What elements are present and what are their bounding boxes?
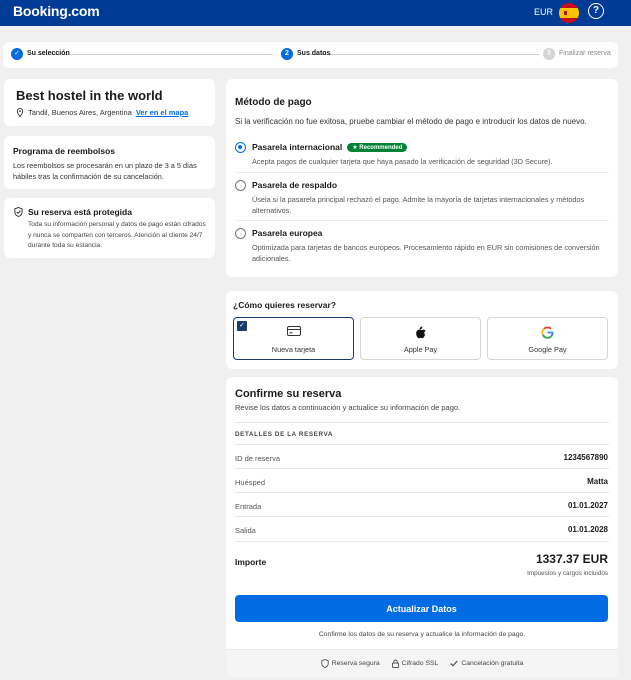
total-label: Importe [235,557,267,567]
step-label-selection[interactable]: Su selección [27,50,70,57]
trust-ssl: Cifrado SSL [391,659,439,668]
row-divider [235,541,609,542]
step-current-number: 2 [281,48,293,60]
progress-steps: ✓ Su selección 2 Sus datos 3 Finalizar r… [3,42,618,68]
option-desc: Acepta pagos de cualquier tarjeta que ha… [252,157,553,166]
total-note: Impuestos y cargos incluidos [527,570,608,577]
shield-icon [14,207,23,217]
confirm-title: Confirme su reserva [235,388,342,400]
spain-flag-icon[interactable] [559,3,579,23]
option-divider [235,220,609,221]
hotel-location: Tandil, Buenos Aires, Argentina Ver en e… [16,108,188,117]
location-text: Tandil, Buenos Aires, Argentina [28,108,132,117]
step-connector [35,54,273,55]
refund-card: Programa de reembolsos Los reembolsos se… [4,136,215,189]
method-new-card[interactable]: ✓ Nueva tarjeta [233,317,354,360]
trust-label: Cifrado SSL [401,660,439,667]
protection-card: Su reserva está protegida Toda su inform… [4,198,215,258]
section-divider [235,422,609,423]
booking-method-card: ¿Cómo quieres reservar? ✓ Nueva tarjeta … [226,291,618,369]
option-title: Pasarela europea [252,228,323,238]
apple-icon [416,326,426,339]
payment-note: Si la verificación no fue exitosa, prueb… [235,117,587,126]
checkmark-icon [450,660,458,667]
row-label-guest: Huésped [235,478,266,487]
row-label-checkout: Salida [235,526,256,535]
option-divider [235,172,609,173]
update-data-button[interactable]: Actualizar Datos [235,595,608,622]
radio-unselected[interactable] [235,228,246,239]
trust-secure: Reserva segura [321,659,380,668]
location-pin-icon [16,108,24,117]
top-bar: Booking.com EUR ? [0,0,631,26]
credit-card-icon [286,326,301,336]
radio-selected[interactable] [235,142,246,153]
method-label: Apple Pay [403,345,438,354]
row-divider [235,516,609,517]
recommended-badge: ★ Recommended [347,142,408,152]
confirm-subtitle: Revise los datos a continuación y actual… [235,403,461,412]
booking-method-title: ¿Cómo quieres reservar? [233,300,336,310]
refund-title: Programa de reembolsos [13,146,116,156]
step-label-details: Sus datos [297,50,331,57]
step-done-icon: ✓ [11,48,23,60]
trust-cancel: Cancelación gratuita [450,660,523,667]
option-desc: Úsela si la pasarela principal rechazó e… [252,195,585,215]
method-apple-pay[interactable]: Apple Pay [360,317,481,360]
protection-text: Toda su información personal y datos de … [28,221,206,249]
row-value-checkout: 01.01.2028 [567,525,608,534]
booking-logo[interactable]: Booking.com [13,3,100,19]
help-icon[interactable]: ? [588,3,604,19]
option-desc: Optimizada para tarjetas de bancos europ… [252,243,600,263]
row-value-booking-id: 1234567890 [563,453,609,462]
map-link[interactable]: Ver en el mapa [136,108,189,117]
step-pending-number: 3 [543,48,555,60]
protection-title: Su reserva está protegida [28,207,132,217]
method-google-pay[interactable]: Google Pay [487,317,608,360]
row-divider [235,468,609,469]
payment-method-card: Método de pago Si la verificación no fue… [226,79,618,277]
method-label: Google Pay [528,345,567,354]
step-label-finalize: Finalizar reserva [559,50,611,57]
total-amount: 1337.37 EUR [535,552,608,566]
confirm-card: Confirme su reserva Revise los datos a c… [226,377,618,677]
refund-text: Los reembolsos se procesarán en un plazo… [13,161,197,181]
payment-title: Método de pago [235,97,312,108]
row-divider [235,492,609,493]
details-heading: DETALLES DE LA RESERVA [235,431,333,438]
row-value-checkin: 01.01.2027 [567,501,608,510]
trust-footer: Reserva segura Cifrado SSL Cancelación g… [226,649,618,677]
section-divider [235,444,609,445]
radio-unselected[interactable] [235,180,246,191]
hotel-card: Best hostel in the world Tandil, Buenos … [4,79,215,126]
trust-label: Reserva segura [331,660,380,667]
row-value-guest: Matta [587,477,608,486]
trust-label: Cancelación gratuita [461,660,524,667]
option-title: Pasarela internacional [252,142,343,152]
hotel-name: Best hostel in the world [16,88,163,103]
option-title: Pasarela de respaldo [252,180,338,190]
step-connector [309,54,539,55]
row-label-checkin: Entrada [235,502,262,511]
lock-icon [391,659,399,668]
button-note: Confirme los datos de su reserva y actua… [318,631,526,638]
currency-selector[interactable]: EUR [534,7,553,17]
shield-icon [321,659,329,668]
google-icon [541,326,554,339]
method-label: Nueva tarjeta [271,345,316,354]
row-label-booking-id: ID de reserva [235,454,281,463]
